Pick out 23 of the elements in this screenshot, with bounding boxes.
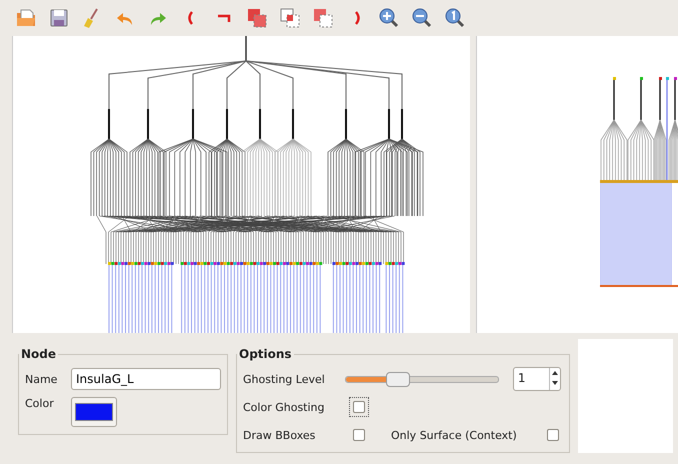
open-bracket-icon bbox=[188, 11, 194, 25]
checkbox-label: Only Surface (Context) bbox=[391, 428, 518, 442]
zoom-in-icon bbox=[378, 7, 400, 29]
slider-thumb[interactable] bbox=[386, 372, 410, 386]
subtract-icon bbox=[279, 7, 301, 29]
group-title: Node bbox=[20, 347, 58, 361]
zoom-reset-icon bbox=[444, 7, 466, 29]
checkbox[interactable] bbox=[349, 397, 369, 417]
field-label: Color bbox=[25, 397, 55, 410]
folder-icon bbox=[15, 7, 37, 29]
color-button[interactable] bbox=[71, 397, 117, 427]
field-label: Name bbox=[25, 372, 58, 386]
close-bracket-icon bbox=[352, 11, 360, 25]
save-icon bbox=[48, 7, 70, 29]
difference-icon bbox=[312, 7, 334, 29]
slider-label: Ghosting Level bbox=[243, 372, 325, 386]
group-title: Options bbox=[238, 347, 293, 361]
intersect-icon bbox=[246, 7, 268, 29]
checkbox-label: Color Ghosting bbox=[243, 400, 326, 414]
spin-box[interactable]: 1 bbox=[512, 367, 561, 391]
checkbox-label: Draw BBoxes bbox=[243, 428, 316, 442]
zoom-out-icon bbox=[411, 7, 433, 29]
name-field[interactable]: InsulaG_L bbox=[71, 368, 221, 390]
